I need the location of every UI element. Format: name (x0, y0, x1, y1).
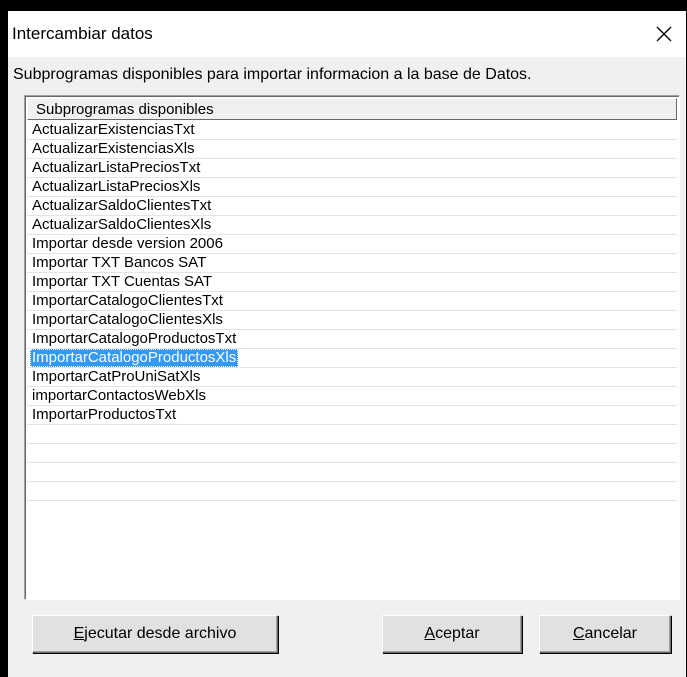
list-item-label: ActualizarExistenciasXls (32, 140, 195, 157)
empty-row (27, 463, 677, 482)
list-item-label: ActualizarSaldoClientesXls (32, 216, 212, 233)
list-item[interactable]: ImportarCatProUniSatXls (27, 368, 677, 387)
title-bar: Intercambiar datos (8, 11, 686, 57)
empty-row (27, 425, 677, 444)
list-item[interactable]: ActualizarExistenciasTxt (27, 121, 677, 140)
description-label: Subprogramas disponibles para importar i… (13, 66, 532, 83)
list-item[interactable]: ActualizarSaldoClientesTxt (27, 197, 677, 216)
list-item[interactable]: ImportarCatalogoClientesTxt (27, 292, 677, 311)
cancel-button[interactable]: Cancelar (539, 615, 671, 653)
list-rows: ActualizarExistenciasTxt ActualizarExiste… (27, 121, 677, 501)
list-item-label: ImportarProductosTxt (32, 406, 177, 423)
list-item[interactable]: ImportarCatalogoClientesXls (27, 311, 677, 330)
list-item-label: importarContactosWebXls (32, 387, 206, 404)
list-item[interactable]: ActualizarSaldoClientesXls (27, 216, 677, 235)
close-icon (656, 26, 672, 42)
subprograms-list[interactable]: Subprogramas disponibles ActualizarExist… (24, 95, 680, 600)
empty-row (27, 444, 677, 463)
list-item[interactable]: ActualizarExistenciasXls (27, 140, 677, 159)
column-header-label: Subprogramas disponibles (36, 101, 214, 118)
list-item-label: ImportarCatalogoProductosTxt (32, 330, 237, 347)
empty-row (27, 482, 677, 501)
list-item[interactable]: importarContactosWebXls (27, 387, 677, 406)
list-item-label: ActualizarExistenciasTxt (32, 121, 195, 138)
list-item-label: Importar TXT Bancos SAT (32, 254, 207, 271)
list-item-label: ActualizarListaPreciosXls (32, 178, 201, 195)
accept-button[interactable]: Aceptar (382, 615, 522, 653)
list-item-label: ActualizarSaldoClientesTxt (32, 197, 212, 214)
list-item-label: ImportarCatalogoClientesTxt (32, 292, 223, 309)
list-item[interactable]: ImportarProductosTxt (27, 406, 677, 425)
list-item[interactable]: Importar desde version 2006 (27, 235, 677, 254)
column-header[interactable]: Subprogramas disponibles (27, 98, 677, 120)
list-item[interactable]: ImportarCatalogoProductosXls (27, 349, 677, 368)
run-from-file-button[interactable]: Ejecutar desde archivo (32, 615, 278, 653)
list-item[interactable]: Importar TXT Bancos SAT (27, 254, 677, 273)
close-button[interactable] (644, 15, 684, 53)
list-item-label: Importar TXT Cuentas SAT (32, 273, 213, 290)
dialog-window: Intercambiar datos Subprogramas disponib… (8, 11, 686, 677)
list-item[interactable]: ActualizarListaPreciosTxt (27, 159, 677, 178)
list-item-label: ImportarCatalogoClientesXls (32, 311, 223, 328)
list-item[interactable]: Importar TXT Cuentas SAT (27, 273, 677, 292)
window-title: Intercambiar datos (12, 24, 153, 43)
list-item-label: Importar desde version 2006 (32, 235, 223, 252)
list-item-label: ImportarCatalogoProductosXls (30, 349, 239, 367)
list-item[interactable]: ActualizarListaPreciosXls (27, 178, 677, 197)
list-item[interactable]: ImportarCatalogoProductosTxt (27, 330, 677, 349)
list-item-label: ImportarCatProUniSatXls (32, 368, 201, 385)
list-item-label: ActualizarListaPreciosTxt (32, 159, 201, 176)
